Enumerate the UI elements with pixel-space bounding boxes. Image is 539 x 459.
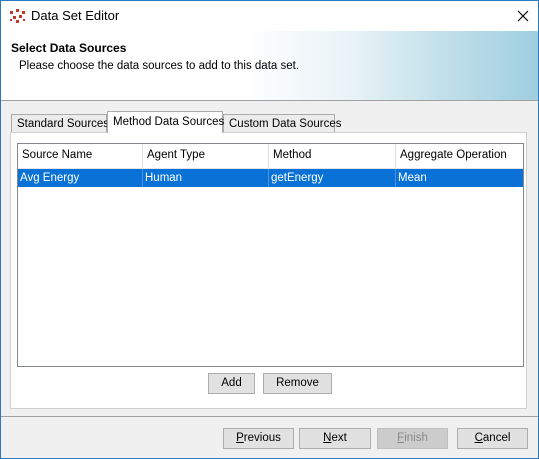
footer-separator — [1, 416, 538, 417]
app-icon — [10, 9, 25, 23]
wizard-banner: Select Data Sources Please choose the da… — [1, 31, 538, 101]
column-header-aggregate-operation[interactable]: Aggregate Operation — [396, 144, 523, 168]
previous-label: revious — [243, 432, 281, 444]
remove-button[interactable]: Remove — [263, 373, 332, 394]
tab-method-data-sources[interactable]: Method Data Sources — [107, 111, 224, 133]
finish-label: inish — [404, 432, 428, 444]
cancel-mnemonic: C — [474, 432, 483, 444]
tab-standard-sources[interactable]: Standard Sources — [11, 114, 109, 132]
previous-mnemonic: P — [236, 432, 244, 444]
cell-method: getEnergy — [269, 169, 396, 187]
window-title: Data Set Editor — [31, 8, 120, 23]
dataset-editor-window: Data Set Editor Select Data Sources Plea… — [0, 0, 539, 459]
tab-custom-data-sources[interactable]: Custom Data Sources — [223, 114, 342, 132]
method-data-sources-panel: Source Name Agent Type Method Aggregate … — [10, 132, 527, 409]
next-label: ext — [331, 432, 347, 444]
cell-source-name: Avg Energy — [18, 169, 143, 187]
column-header-method[interactable]: Method — [269, 144, 396, 168]
close-icon — [517, 10, 529, 22]
cancel-label: ancel — [482, 432, 511, 444]
column-header-source-name[interactable]: Source Name — [18, 144, 143, 168]
banner-title: Select Data Sources — [11, 41, 127, 55]
banner-description: Please choose the data sources to add to… — [19, 60, 300, 72]
table-header: Source Name Agent Type Method Aggregate … — [18, 144, 523, 169]
previous-button[interactable]: Previous — [223, 428, 294, 449]
close-button[interactable] — [508, 1, 538, 31]
finish-button[interactable]: Finish — [377, 428, 448, 449]
data-sources-table[interactable]: Source Name Agent Type Method Aggregate … — [17, 143, 524, 367]
cancel-button[interactable]: Cancel — [457, 428, 528, 449]
next-button[interactable]: Next — [299, 428, 371, 449]
title-bar: Data Set Editor — [1, 1, 538, 31]
add-button[interactable]: Add — [208, 373, 255, 394]
table-row[interactable]: Avg Energy Human getEnergy Mean — [18, 169, 523, 187]
cell-aggregate-operation: Mean — [398, 172, 427, 184]
column-header-agent-type[interactable]: Agent Type — [143, 144, 269, 168]
cell-agent-type: Human — [143, 169, 269, 187]
